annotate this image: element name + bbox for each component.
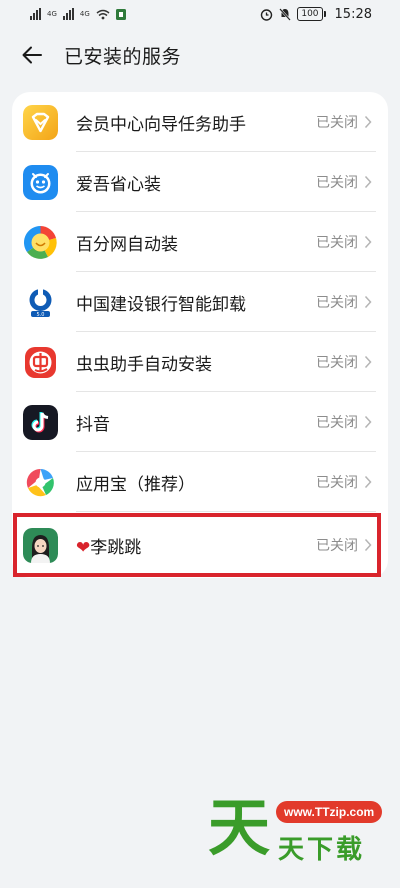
- service-name: 会员中心向导任务助手: [76, 114, 246, 135]
- status-right: 100 15:28: [260, 7, 372, 22]
- svg-text:5.0: 5.0: [37, 312, 45, 318]
- chevron-right-icon: [364, 235, 372, 249]
- service-row-ccb[interactable]: 5.0 中国建设银行智能卸载 已关闭: [12, 272, 388, 332]
- back-button[interactable]: [0, 28, 64, 82]
- service-status: 已关闭: [316, 235, 358, 251]
- chevron-right-icon: [364, 175, 372, 189]
- yingyongbao-icon: [23, 464, 58, 500]
- chevron-right-icon: [364, 115, 372, 129]
- chongchong-icon: [23, 344, 58, 380]
- service-row-douyin[interactable]: 抖音 已关闭: [12, 392, 388, 452]
- vip-diamond-icon: [23, 104, 58, 140]
- service-name: 虫虫助手自动安装: [76, 354, 212, 375]
- services-list: 会员中心向导任务助手 已关闭 爱吾省心装 已关闭 百分网自动装 已关闭 5.0 …: [12, 92, 388, 578]
- arrow-left-icon: [22, 46, 42, 64]
- chevron-right-icon: [364, 295, 372, 309]
- service-row-aiwu[interactable]: 爱吾省心装 已关闭: [12, 152, 388, 212]
- page-title: 已安装的服务: [64, 45, 182, 68]
- service-row-yingyongbao[interactable]: 应用宝（推荐） 已关闭: [12, 452, 388, 512]
- service-status: 已关闭: [316, 115, 358, 131]
- status-bar: 4G 4G 100 15:28: [0, 0, 400, 28]
- network-type-1: 4G: [47, 9, 57, 18]
- site-watermark: 天 www.TTzip.com 天下载: [208, 795, 388, 865]
- service-name: 爱吾省心装: [76, 174, 161, 195]
- service-row-vip-guide[interactable]: 会员中心向导任务助手 已关闭: [12, 92, 388, 152]
- baifen-icon: [23, 225, 58, 260]
- app-header: 已安装的服务: [0, 28, 400, 82]
- status-left: 4G 4G: [30, 8, 126, 20]
- highlight-annotation: [13, 513, 381, 577]
- notification-icon: [115, 8, 126, 20]
- service-name: 抖音: [76, 414, 110, 435]
- service-name: 中国建设银行智能卸载: [76, 294, 246, 315]
- service-name: 应用宝（推荐）: [76, 474, 195, 495]
- battery-indicator: 100: [297, 7, 326, 21]
- clock: 15:28: [334, 6, 372, 22]
- chevron-right-icon: [364, 475, 372, 489]
- service-status: 已关闭: [316, 475, 358, 491]
- watermark-big-char: 天: [208, 791, 271, 864]
- network-type-2: 4G: [79, 9, 90, 18]
- chevron-right-icon: [364, 415, 372, 429]
- chevron-right-icon: [364, 355, 372, 369]
- service-status: 已关闭: [316, 415, 358, 431]
- signal-icon-2: [62, 8, 74, 20]
- signal-icon-1: [30, 8, 41, 20]
- watermark-url: www.TTzip.com: [276, 801, 383, 823]
- watermark-text: 天下载: [278, 835, 366, 865]
- service-status: 已关闭: [316, 355, 358, 371]
- alarm-icon: [261, 8, 273, 21]
- ccb-icon: 5.0: [23, 284, 58, 320]
- douyin-icon: [23, 404, 58, 440]
- aiwu-icon: [23, 164, 58, 200]
- service-row-baifen[interactable]: 百分网自动装 已关闭: [12, 212, 388, 272]
- mute-icon: [279, 7, 292, 21]
- wifi-icon: [96, 9, 110, 19]
- service-row-chongchong[interactable]: 虫虫助手自动安装 已关闭: [12, 332, 388, 392]
- service-status: 已关闭: [316, 295, 358, 311]
- service-name: 百分网自动装: [76, 234, 178, 255]
- service-status: 已关闭: [316, 175, 358, 191]
